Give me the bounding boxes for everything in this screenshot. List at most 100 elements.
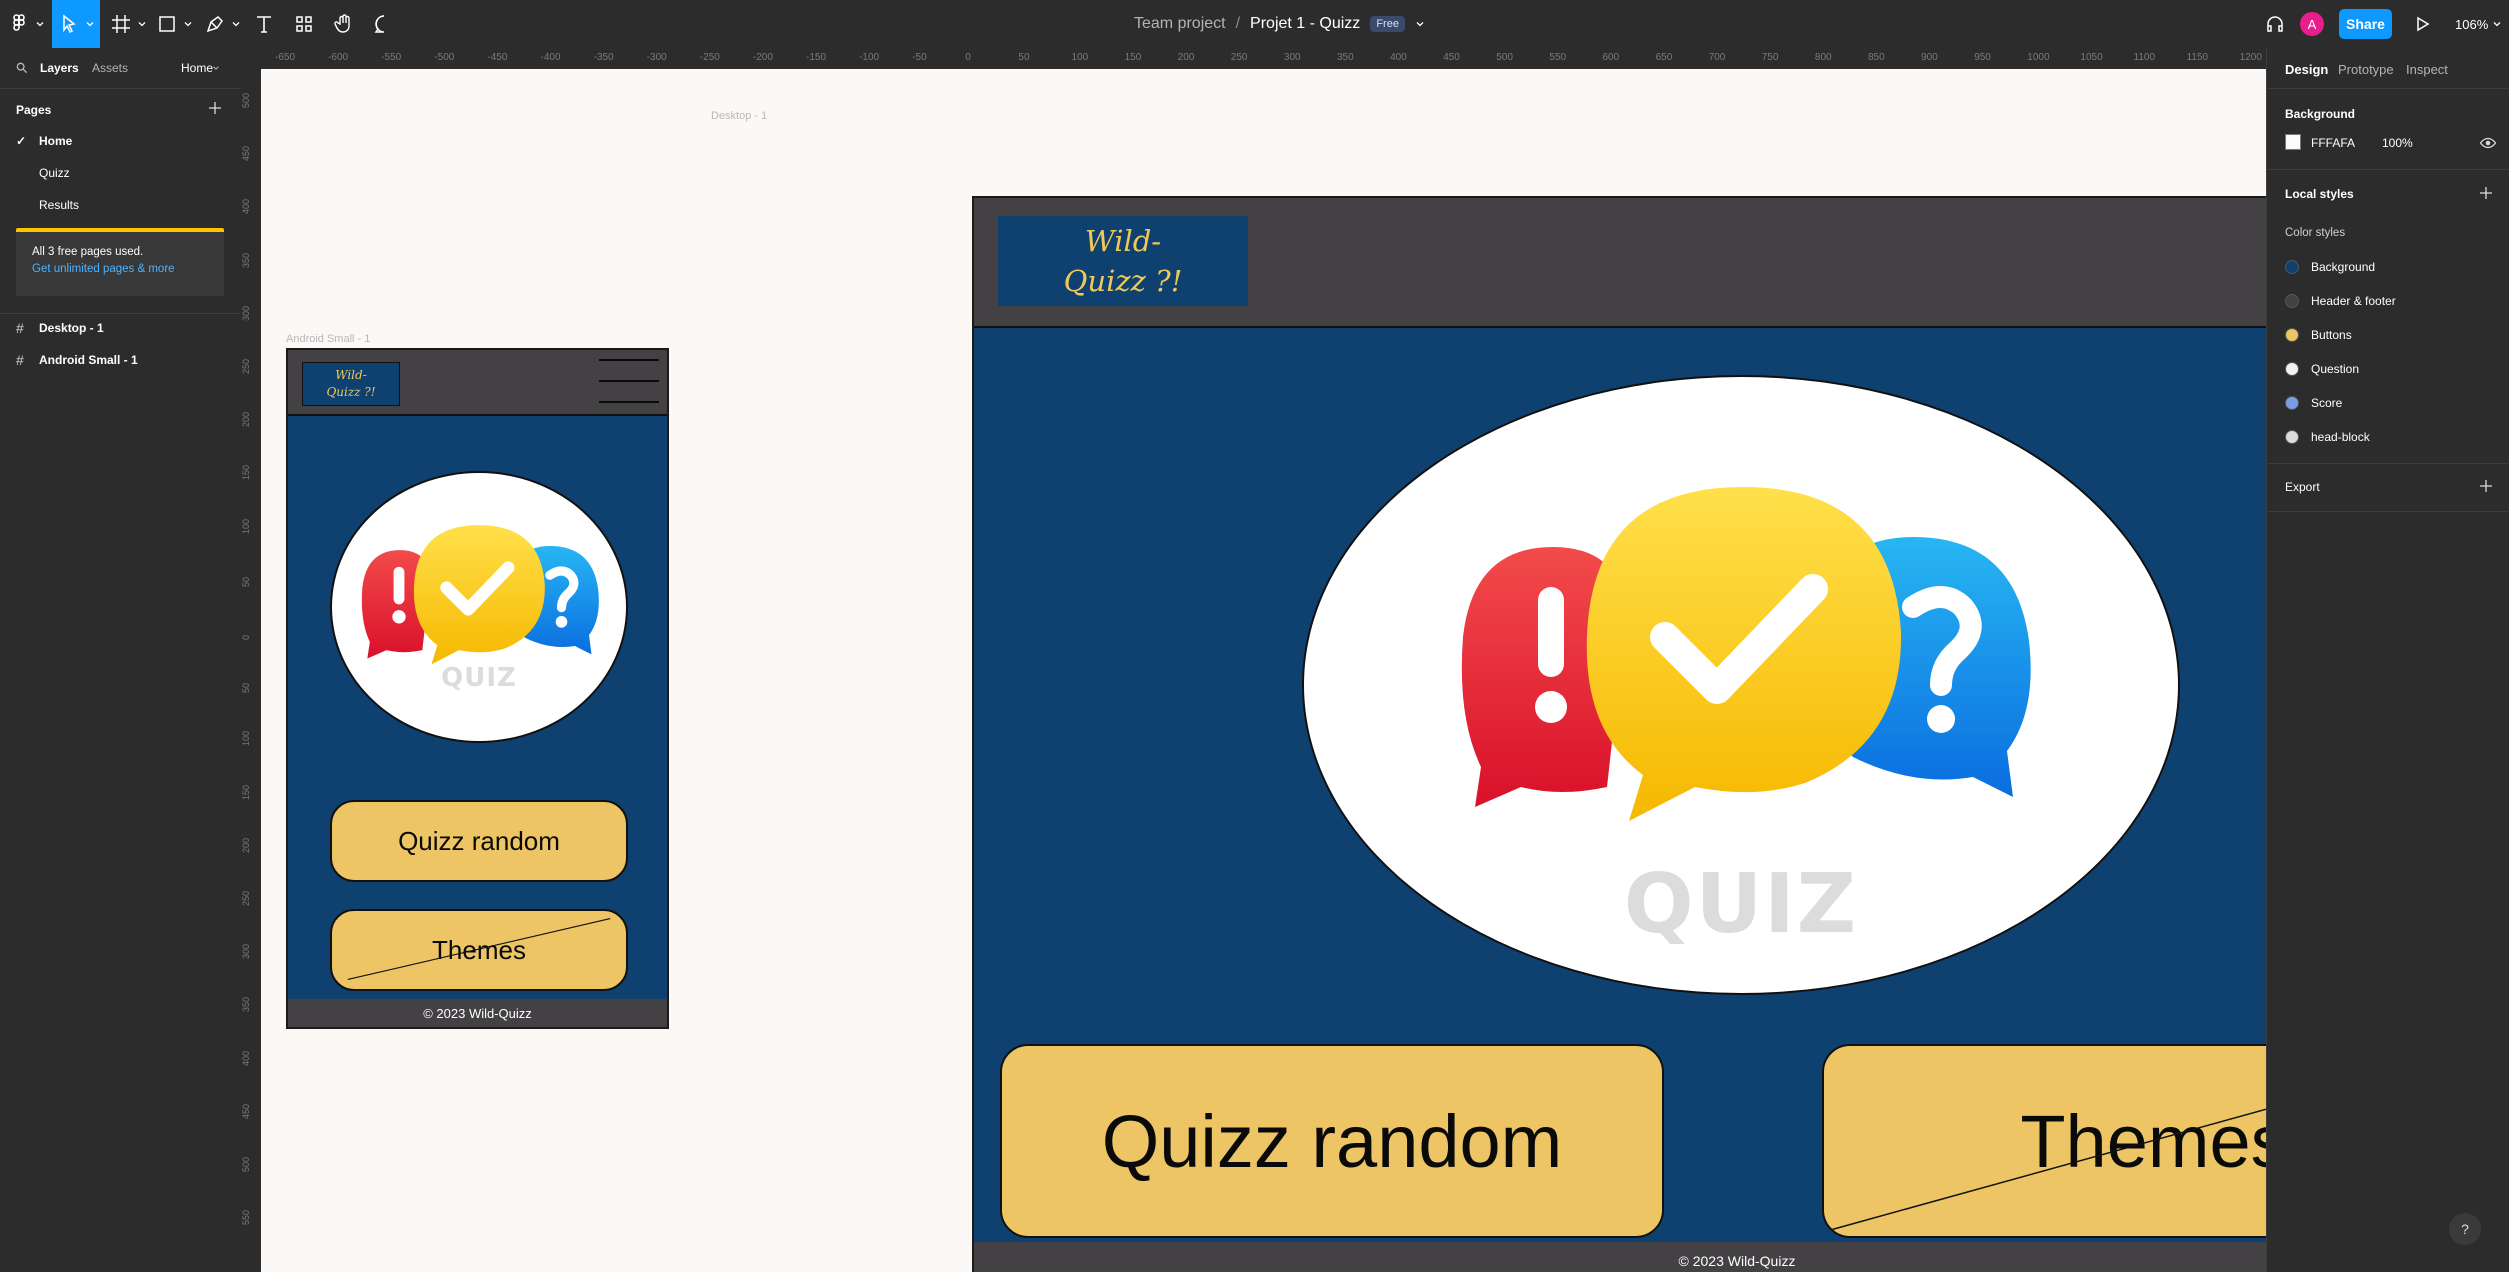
- color-style-header-footer[interactable]: Header & footer: [2285, 291, 2396, 311]
- add-export-icon[interactable]: [2478, 478, 2494, 494]
- layer-desktop-1[interactable]: # Desktop - 1: [0, 313, 240, 343]
- chevron-down-icon: [2493, 22, 2501, 27]
- upgrade-link[interactable]: Get unlimited pages & more: [32, 263, 175, 275]
- shape-tool-button[interactable]: [154, 0, 194, 48]
- ruler-tick-label: 600: [1602, 52, 1620, 63]
- android-frame[interactable]: Wild- Quizz ?! QUIZ Quizz random © 2023 …: [286, 348, 669, 1029]
- page-item-home[interactable]: ✓ Home: [0, 127, 240, 155]
- left-panel-tabs: Layers Assets Home: [0, 48, 240, 89]
- help-button[interactable]: ?: [2449, 1213, 2481, 1245]
- hero-caption: QUIZ: [1623, 857, 1859, 952]
- audio-button[interactable]: [2260, 0, 2290, 48]
- ruler-tick-label: 850: [1868, 52, 1885, 63]
- ruler-tick-label: 200: [241, 837, 251, 853]
- tab-inspect[interactable]: Inspect: [2406, 62, 2448, 77]
- background-color-swatch[interactable]: [2285, 134, 2301, 150]
- page-item-quizz[interactable]: Quizz: [0, 159, 240, 187]
- frame-label-android[interactable]: Android Small - 1: [286, 333, 370, 345]
- site-footer: © 2023 Wild-Quizz: [974, 1242, 2266, 1272]
- color-style-label: Header & footer: [2311, 294, 2396, 308]
- color-swatch: [2285, 396, 2299, 410]
- frame-label-desktop[interactable]: Desktop - 1: [711, 110, 767, 122]
- footer-text: © 2023 Wild-Quizz: [1678, 1253, 1796, 1269]
- color-style-head-block[interactable]: head-block: [2285, 427, 2370, 447]
- page-item-results[interactable]: Results: [0, 191, 240, 219]
- add-page-icon[interactable]: [207, 100, 223, 116]
- background-hex-input[interactable]: FFFAFA: [2311, 136, 2355, 150]
- page-selector[interactable]: Home: [181, 61, 213, 75]
- tab-layers[interactable]: Layers: [40, 61, 79, 75]
- ruler-tick-label: 300: [1283, 52, 1301, 63]
- ruler-tick-label: 700: [1708, 52, 1726, 63]
- layer-android-small-1[interactable]: # Android Small - 1: [0, 345, 240, 375]
- pen-icon: [206, 16, 223, 33]
- ruler-horizontal: -650 -600 -550 -500 -450 -400 -350 -300 -250 -200…: [240, 48, 2266, 68]
- color-swatch: [2285, 430, 2299, 444]
- tab-design[interactable]: Design: [2285, 62, 2328, 77]
- logo-line-2: Quizz ?!: [1063, 264, 1183, 298]
- layer-label: Android Small - 1: [39, 353, 138, 367]
- tab-prototype[interactable]: Prototype: [2338, 62, 2394, 77]
- ruler-tick-label: 50: [1018, 52, 1030, 63]
- canvas[interactable]: Desktop - 1 Android Small - 1 Wild- Quiz…: [261, 69, 2266, 1272]
- present-button[interactable]: [2408, 0, 2436, 48]
- ruler-tick-label: 50: [241, 576, 251, 587]
- hamburger-menu-icon[interactable]: [599, 359, 659, 403]
- share-button[interactable]: Share: [2339, 9, 2392, 39]
- color-style-background[interactable]: Background: [2285, 257, 2375, 277]
- strikethrough-line: [347, 918, 611, 981]
- divider: [2267, 463, 2509, 464]
- text-icon: [257, 16, 271, 33]
- chevron-down-icon[interactable]: [1415, 19, 1425, 29]
- ruler-tick-label: 150: [241, 784, 251, 800]
- ruler-tick-label: 500: [241, 1156, 251, 1172]
- chevron-down-icon[interactable]: [212, 64, 220, 72]
- ruler-tick-label: 400: [1390, 52, 1407, 63]
- main-menu-button[interactable]: [6, 0, 46, 48]
- breadcrumb-team[interactable]: Team project: [1134, 15, 1226, 33]
- color-style-question[interactable]: Question: [2285, 359, 2359, 379]
- hand-tool-button[interactable]: [330, 0, 358, 48]
- figma-logo-icon: [13, 14, 25, 31]
- color-style-buttons[interactable]: Buttons: [2285, 325, 2352, 345]
- divider: [2267, 511, 2509, 512]
- logo-line-2: Quizz ?!: [326, 385, 376, 399]
- color-style-score[interactable]: Score: [2285, 393, 2342, 413]
- ruler-vertical: 500 450 400 350 300 250 200 150 100 50 0 50 100 150 20…: [240, 48, 260, 1272]
- background-opacity-input[interactable]: 100%: [2382, 136, 2413, 150]
- ruler-tick-label: 550: [241, 1210, 251, 1226]
- project-name[interactable]: Projet 1 - Quizz: [1250, 15, 1360, 33]
- ruler-tick-label: 450: [241, 1103, 251, 1119]
- quizz-random-button[interactable]: Quizz random: [330, 800, 628, 882]
- breadcrumb-separator: /: [1235, 15, 1241, 32]
- desktop-frame[interactable]: Wild- Quizz ?! QUIZ Quizz random Themes …: [972, 196, 2266, 1272]
- cursor-icon: [63, 14, 76, 34]
- text-tool-button[interactable]: [250, 0, 278, 48]
- ruler-tick-label: 1000: [2027, 52, 2050, 63]
- ruler-tick-label: 650: [1655, 52, 1673, 63]
- ruler-tick-label: 100: [241, 731, 251, 747]
- ruler-tick-label: 950: [1974, 52, 1991, 63]
- zoom-menu[interactable]: 106%: [2455, 0, 2502, 48]
- eye-icon[interactable]: [2479, 134, 2497, 152]
- export-heading: Export: [2285, 480, 2320, 494]
- hero-caption: QUIZ: [441, 663, 517, 693]
- resources-tool-button[interactable]: [290, 0, 318, 48]
- footer-text: © 2023 Wild-Quizz: [423, 1005, 532, 1021]
- move-tool-button[interactable]: [52, 0, 100, 48]
- themes-button[interactable]: Themes: [330, 909, 628, 991]
- ruler-tick-label: 1150: [2186, 52, 2209, 63]
- search-icon[interactable]: [14, 60, 30, 76]
- right-panel: Design Prototype Inspect Background FFFA…: [2266, 48, 2509, 1272]
- pen-tool-button[interactable]: [202, 0, 242, 48]
- banner-text: All 3 free pages used.: [32, 246, 144, 258]
- frame-tool-button[interactable]: [108, 0, 148, 48]
- themes-button[interactable]: Themes: [1822, 1044, 2266, 1238]
- tab-assets[interactable]: Assets: [92, 61, 128, 75]
- ruler-tick-label: 450: [241, 146, 251, 162]
- avatar[interactable]: A: [2300, 12, 2324, 36]
- add-style-icon[interactable]: [2478, 185, 2494, 201]
- comment-tool-button[interactable]: [370, 0, 398, 48]
- quizz-random-button[interactable]: Quizz random: [1000, 1044, 1664, 1238]
- hero-oval: QUIZ: [330, 471, 628, 743]
